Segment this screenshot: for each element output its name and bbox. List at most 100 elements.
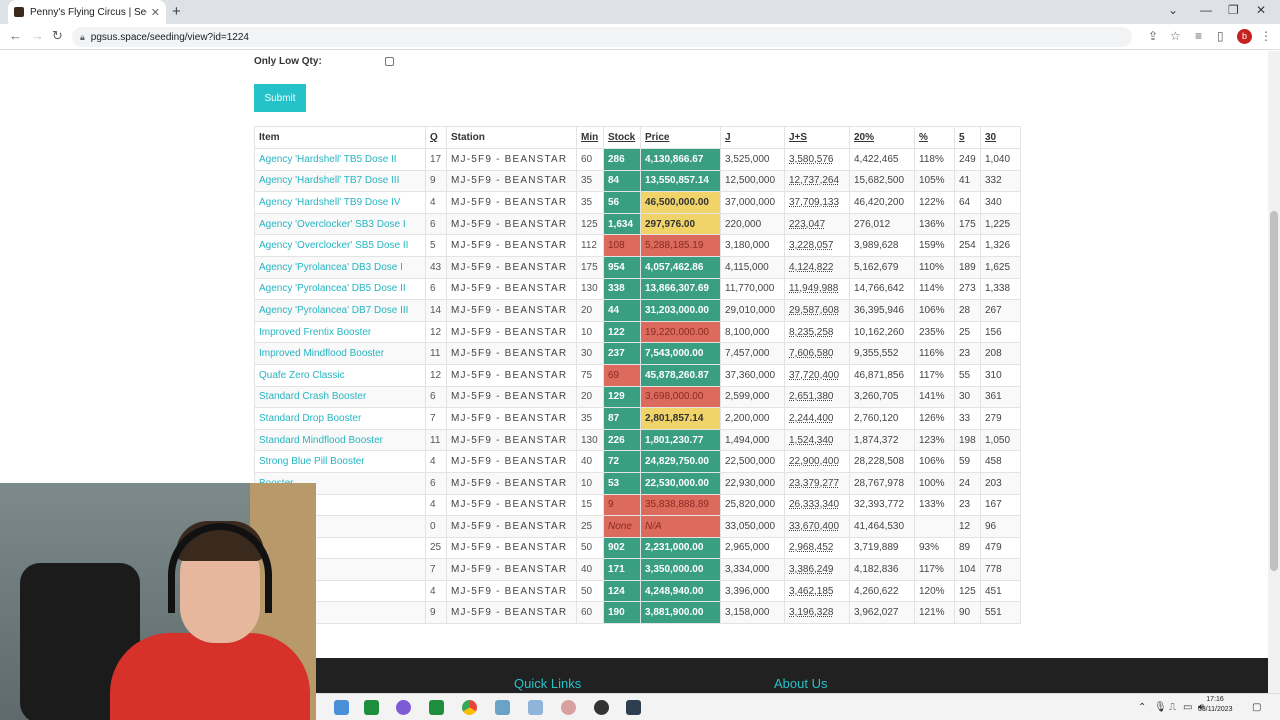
item-link[interactable]: Agency 'Hardshell' TB5 Dose II [254,148,426,171]
app-icon-5[interactable] [626,700,641,715]
quantity-cell: 12 [425,363,447,387]
five-day-cell: 23 [954,493,981,517]
sheets-icon[interactable] [364,700,379,715]
j-plus-s-cell: 223,047 [784,212,850,236]
low-qty-checkbox[interactable] [385,57,394,66]
minimize-icon[interactable]: — [1200,3,1212,17]
notification-icon[interactable]: ▢ [1252,702,1261,713]
min-cell: 40 [576,558,604,581]
j-price-cell: 3,396,000 [720,579,785,603]
reading-list-icon[interactable]: ≡ [1195,29,1202,43]
header-j[interactable]: J [720,126,785,149]
min-cell: 15 [576,493,604,517]
forward-icon[interactable]: → [31,28,44,43]
new-tab-icon[interactable]: + [172,3,181,20]
five-day-cell: 55 [954,363,981,387]
tray-chevron-icon[interactable]: ⌃ [1138,702,1146,713]
usb-icon[interactable]: ⎍ [1169,702,1176,713]
scrollbar-thumb[interactable] [1270,211,1278,571]
j-price-cell: 3,158,000 [720,601,785,625]
app-icon-4[interactable] [594,700,609,715]
item-link[interactable]: Agency 'Overclocker' SB3 Dose I [254,212,426,236]
thirty-day-cell: 279 [980,407,1021,430]
item-link[interactable]: Agency 'Pyrolancea' DB3 Dose I [254,255,426,279]
item-link[interactable]: Strong Blue Pill Booster [254,450,426,473]
tab-search-icon[interactable]: ⌄ [1168,3,1178,17]
plus-20pct-cell: 10,162,260 [849,320,915,344]
header-20pct[interactable]: 20% [849,126,915,149]
sheets-icon-2[interactable] [429,700,444,715]
item-link[interactable]: Standard Drop Booster [254,407,426,430]
plus-20pct-cell: 3,962,027 [849,601,915,625]
reload-icon[interactable]: ↻ [52,28,63,44]
j-price-cell: 2,965,000 [720,536,785,560]
page-scrollbar[interactable] [1268,51,1280,693]
item-link[interactable]: Standard Mindflood Booster [254,428,426,452]
five-day-cell: 64 [954,191,981,214]
item-link[interactable]: Improved Frentix Booster [254,320,426,344]
station-cell: MJ-5F9 - BEANSTAR [446,536,577,560]
header-min[interactable]: Min [576,126,604,149]
discord-icon[interactable] [396,700,411,715]
item-link[interactable]: Agency 'Pyrolancea' DB5 Dose II [254,277,426,301]
price-cell: 4,130,866.67 [640,148,721,171]
microphone-icon[interactable]: 🎙︎ [1154,702,1167,713]
close-window-icon[interactable]: ✕ [1256,3,1266,17]
app-icon-2[interactable] [528,700,543,715]
j-plus-s-cell: 29,587,608 [784,299,850,322]
browser-tab[interactable]: Penny's Flying Circus | Seeding ✕ [8,0,166,24]
item-link[interactable]: Quafe Zero Classic [254,363,426,387]
header-5[interactable]: 5 [954,126,981,149]
j-price-cell: 8,100,000 [720,320,785,344]
browser-menu-icon[interactable]: ⋮ [1260,29,1272,43]
app-icon-1[interactable] [495,700,510,715]
min-cell: 60 [576,148,604,171]
stock-cell: 1,634 [603,212,641,236]
table-row: ooster4MJ-5F9 - BEANSTAR15935,838,888.89… [254,493,1021,517]
header-30[interactable]: 30 [980,126,1021,149]
header-j-plus-s[interactable]: J+S [784,126,850,149]
item-link[interactable]: Agency 'Hardshell' TB9 Dose IV [254,191,426,214]
plus-20pct-cell: 2,760,120 [849,407,915,430]
share-icon[interactable]: ⇪ [1148,29,1158,43]
header-stock[interactable]: Stock [603,126,641,149]
stock-cell: 286 [603,148,641,171]
submit-button[interactable]: Submit [254,84,306,112]
price-cell: 3,881,900.00 [640,601,721,625]
profile-avatar[interactable]: b [1237,29,1252,44]
chrome-icon[interactable] [462,700,477,715]
item-link[interactable]: Agency 'Hardshell' TB7 Dose III [254,169,426,193]
item-link[interactable]: Improved Mindflood Booster [254,342,426,365]
back-icon[interactable]: ← [9,28,22,43]
network-icon[interactable]: ▭ [1183,702,1192,713]
side-panel-icon[interactable]: ▯ [1217,29,1224,43]
item-link[interactable]: Standard Crash Booster [254,385,426,409]
footer-about-us[interactable]: About Us [774,676,827,691]
header-pct[interactable]: % [914,126,955,149]
close-tab-icon[interactable]: ✕ [151,6,160,19]
url-bar[interactable]: 🔒︎ pgsus.space/seeding/view?id=1224 [72,27,1132,47]
footer-quick-links[interactable]: Quick Links [514,676,581,691]
header-station: Station [446,126,577,149]
j-price-cell: 25,820,000 [720,493,785,517]
bookmark-star-icon[interactable]: ☆ [1170,29,1181,43]
five-day-cell: 254 [954,234,981,257]
j-price-cell: 3,334,000 [720,558,785,581]
j-plus-s-cell: 1,524,340 [784,428,850,452]
header-q[interactable]: Q [425,126,447,149]
stock-cell: 72 [603,450,641,473]
header-price[interactable]: Price [640,126,721,149]
item-link[interactable]: Agency 'Pyrolancea' DB7 Dose III [254,299,426,322]
stock-cell: 190 [603,601,641,625]
stock-cell: 122 [603,320,641,344]
quantity-cell: 14 [425,299,447,322]
five-day-cell: 89 [954,536,981,560]
app-icon-3[interactable] [561,700,576,715]
quantity-cell: 4 [425,579,447,603]
taskbar-clock[interactable]: 17:16 03/11/2023 [1198,695,1233,715]
price-cell: 7,543,000.00 [640,342,721,365]
restore-icon[interactable]: ❐ [1228,3,1239,17]
item-link[interactable]: Agency 'Overclocker' SB5 Dose II [254,234,426,257]
price-cell: N/A [640,515,721,538]
mail-icon[interactable] [334,700,349,715]
